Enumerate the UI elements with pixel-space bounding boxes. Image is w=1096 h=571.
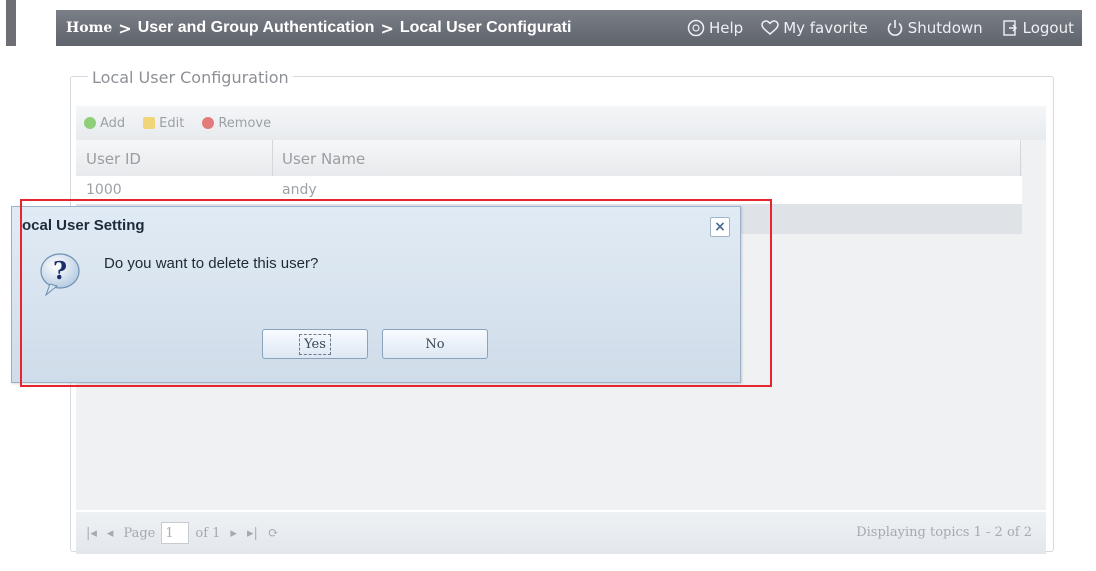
page-count-label: of 1: [195, 525, 221, 541]
highlight-box: [20, 199, 772, 387]
left-edge-stripe: [6, 0, 16, 46]
help-link[interactable]: Help: [687, 19, 743, 37]
remove-label: Remove: [218, 115, 272, 131]
breadcrumb-separator: >: [380, 18, 394, 38]
breadcrumb-separator: >: [118, 18, 132, 38]
add-icon: [84, 117, 96, 129]
power-icon: [886, 19, 904, 37]
header-bar: Home > User and Group Authentication > L…: [56, 10, 1082, 46]
refresh-icon[interactable]: ⟳: [268, 526, 279, 541]
edit-label: Edit: [159, 115, 185, 131]
page-number-input[interactable]: [161, 522, 190, 544]
cell-user-id: 1000: [86, 182, 122, 198]
help-label: Help: [708, 19, 744, 37]
column-user-id[interactable]: User ID: [86, 150, 141, 168]
first-page-icon[interactable]: |◂: [86, 526, 97, 541]
edit-button[interactable]: Edit: [143, 116, 184, 131]
last-page-icon[interactable]: ▸|: [247, 526, 258, 541]
column-divider: [1020, 140, 1021, 176]
logout-label: Logout: [1022, 19, 1074, 37]
logout-icon: [1001, 19, 1019, 37]
pager-bar: |◂ ◂ Page of 1 ▸ ▸| ⟳ Displaying topics …: [76, 512, 1046, 554]
page-label: Page: [123, 525, 156, 541]
remove-button[interactable]: Remove: [202, 116, 271, 131]
favorite-label: My favorite: [783, 19, 868, 37]
shutdown-label: Shutdown: [907, 19, 983, 37]
add-label: Add: [100, 115, 126, 131]
prev-page-icon[interactable]: ◂: [107, 526, 114, 541]
cell-user-name: andy: [282, 182, 317, 198]
heart-icon: [761, 20, 779, 36]
edit-icon: [143, 117, 156, 129]
top-nav: Help My favorite Shutdown Logout: [687, 10, 1074, 46]
add-button[interactable]: Add: [84, 116, 125, 131]
next-page-icon[interactable]: ▸: [230, 526, 237, 541]
favorite-link[interactable]: My favorite: [761, 19, 868, 37]
remove-icon: [202, 117, 215, 129]
help-icon: [687, 19, 705, 37]
logout-link[interactable]: Logout: [1001, 19, 1074, 37]
column-user-name[interactable]: User Name: [282, 150, 365, 168]
pager-display-text: Displaying topics 1 - 2 of 2: [856, 525, 1032, 540]
breadcrumb-local-user-config: Local User Configurati: [399, 19, 572, 36]
grid-header: User ID User Name: [76, 140, 1022, 177]
panel-title: Local User Configuration: [88, 68, 293, 87]
breadcrumb-home[interactable]: Home: [66, 20, 112, 36]
column-divider: [272, 140, 273, 176]
user-toolbar: Add Edit Remove: [76, 106, 1046, 140]
breadcrumb-user-group-auth[interactable]: User and Group Authentication: [138, 19, 375, 37]
shutdown-link[interactable]: Shutdown: [886, 19, 983, 37]
